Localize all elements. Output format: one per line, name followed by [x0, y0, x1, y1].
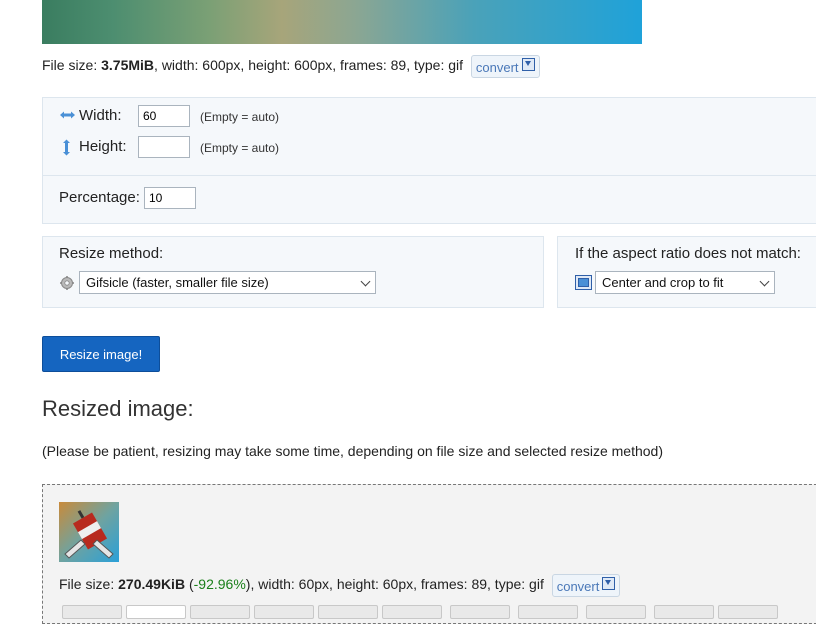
result-file-info: File size: 270.49KiB (-92.96%), width: 6… — [59, 574, 621, 597]
file-size-label: File size: — [42, 57, 98, 74]
patience-note: (Please be patient, resizing may take so… — [42, 443, 664, 459]
result-size-value: 270.49KiB — [118, 576, 186, 593]
tool-button[interactable] — [318, 605, 378, 619]
resized-image-thumbnail[interactable] — [59, 502, 119, 562]
aspect-ratio-select[interactable]: Center and crop to fit — [595, 271, 775, 294]
aspect-ratio-value: Center and crop to fit — [602, 275, 724, 290]
width-hint: (Empty = auto) — [200, 110, 280, 124]
tool-button[interactable] — [586, 605, 646, 619]
download-icon — [521, 58, 535, 71]
aspect-ratio-label: If the aspect ratio does not match: — [575, 245, 801, 262]
source-image-preview — [42, 0, 642, 44]
tool-button[interactable] — [450, 605, 510, 619]
source-file-info: File size: 3.75MiB, width: 600px, height… — [42, 55, 540, 78]
vertical-arrows-icon — [63, 139, 70, 156]
crop-icon — [575, 275, 592, 290]
tool-button[interactable] — [718, 605, 778, 619]
tool-button[interactable] — [254, 605, 314, 619]
width-label: Width: — [79, 107, 122, 124]
horizontal-arrows-icon — [60, 111, 75, 119]
result-details: ), width: 60px, height: 60px, frames: 89… — [245, 576, 544, 593]
result-panel — [42, 484, 816, 624]
tool-button[interactable] — [126, 605, 186, 619]
result-convert-button[interactable]: convert — [551, 574, 621, 597]
result-size-label: File size: — [59, 576, 115, 593]
resize-method-value: Gifsicle (faster, smaller file size) — [86, 275, 269, 290]
resized-image-heading: Resized image: — [42, 396, 194, 421]
convert-button[interactable]: convert — [470, 55, 540, 78]
tool-button[interactable] — [382, 605, 442, 619]
width-input[interactable] — [138, 105, 190, 127]
gear-icon — [60, 276, 74, 290]
chevron-down-icon — [360, 276, 371, 287]
resize-image-button[interactable]: Resize image! — [42, 336, 160, 372]
tool-button[interactable] — [518, 605, 578, 619]
tool-button[interactable] — [190, 605, 250, 619]
percentage-label: Percentage: — [59, 189, 140, 206]
file-size-value: 3.75MiB — [101, 57, 155, 74]
height-hint: (Empty = auto) — [200, 141, 280, 155]
height-label: Height: — [79, 138, 127, 155]
height-input[interactable] — [138, 136, 190, 158]
chevron-down-icon — [759, 276, 770, 287]
file-details: , width: 600px, height: 600px, frames: 8… — [154, 57, 464, 74]
tool-button[interactable] — [654, 605, 714, 619]
tool-button[interactable] — [62, 605, 122, 619]
download-icon — [602, 577, 616, 590]
resize-method-select[interactable]: Gifsicle (faster, smaller file size) — [79, 271, 376, 294]
size-reduction: -92.96% — [193, 576, 246, 593]
panel-divider — [43, 175, 816, 176]
percentage-input[interactable] — [144, 187, 196, 209]
resize-method-label: Resize method: — [59, 245, 164, 262]
